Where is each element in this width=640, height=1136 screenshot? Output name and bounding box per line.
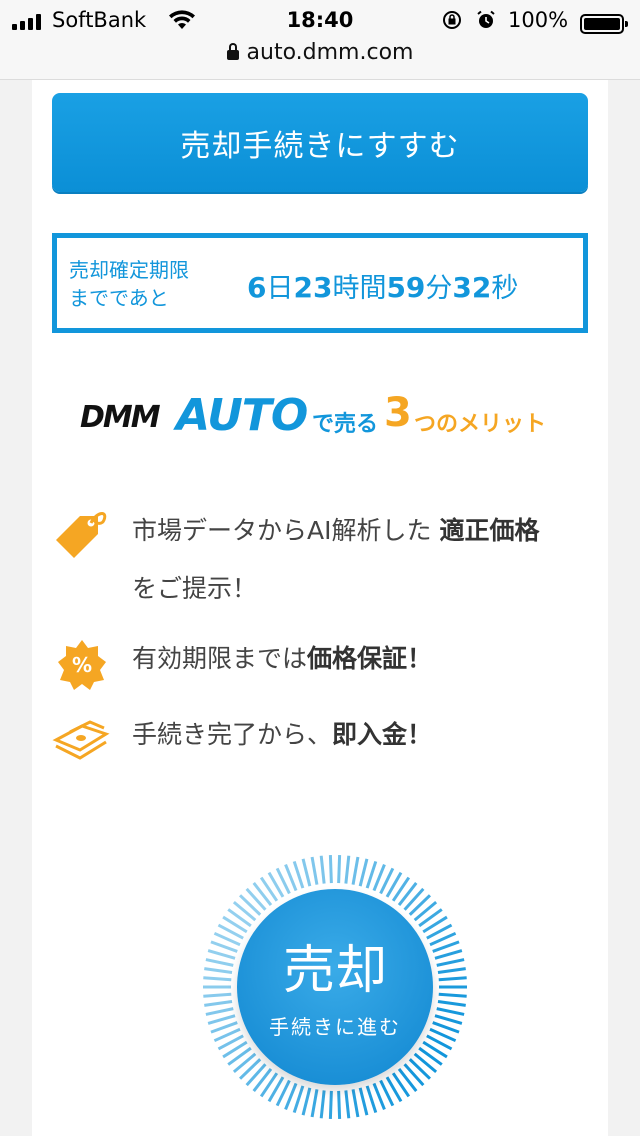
ring-tick: [358, 1087, 369, 1116]
logo-three: 3: [384, 390, 412, 436]
countdown-minutes: 59: [386, 271, 426, 304]
ring-tick: [207, 949, 236, 960]
ring-tick: [207, 1014, 236, 1025]
ring-tick: [438, 992, 467, 998]
ring-tick: [239, 1058, 262, 1080]
price-tag-icon: [56, 512, 107, 558]
ring-tick: [344, 1090, 351, 1119]
ring-tick: [292, 1085, 305, 1114]
ring-tick: [328, 855, 333, 884]
ring-tick: [319, 855, 326, 884]
ring-tick: [328, 1090, 333, 1119]
status-bar: SoftBank 18:40 100%: [0, 6, 640, 36]
page-content: 売却手続きにすすむ 売却確定期限 までであと 6日23時間59分32秒 DMM …: [32, 80, 608, 1136]
ring-tick: [319, 1090, 326, 1119]
proceed-sale-button[interactable]: 売却手続きにすすむ: [52, 93, 588, 192]
sell-button-sub: 手続きに進む: [269, 1017, 401, 1039]
logo-merit: つのメリット: [414, 412, 547, 437]
ring-tick: [301, 1087, 312, 1116]
ring-tick: [437, 967, 466, 975]
alarm-icon: [477, 10, 495, 28]
ring-tick: [204, 999, 233, 1007]
ring-tick: [365, 1085, 378, 1114]
percent-badge-icon: %: [58, 640, 106, 690]
merit-item: 手続き完了から、即入金！: [52, 706, 572, 766]
logo-auto: AUTO: [176, 390, 308, 441]
countdown-hours: 23: [293, 271, 333, 304]
ring-tick: [204, 967, 233, 975]
battery-icon: [580, 14, 628, 34]
ring-tick: [408, 894, 431, 916]
rotation-lock-icon: [443, 11, 461, 29]
ring-tick: [301, 858, 312, 887]
svg-text:%: %: [72, 653, 92, 677]
ring-tick: [205, 1007, 234, 1016]
lock-icon: [226, 43, 239, 60]
ring-tick: [436, 1007, 465, 1016]
ring-tick: [337, 1090, 342, 1119]
sale-deadline-countdown: 売却確定期限 までであと 6日23時間59分32秒: [52, 233, 588, 333]
ring-tick: [434, 1014, 463, 1025]
ring-tick: [351, 1089, 360, 1118]
ring-tick: [436, 958, 465, 967]
ring-tick: [203, 992, 232, 998]
ring-tick: [358, 858, 369, 887]
countdown-time: 6日23時間59分32秒: [247, 271, 519, 304]
sell-procedure-button[interactable]: 売却 手続きに進む: [237, 889, 433, 1085]
dmm-auto-merits-logo: DMM AUTO で売る 3 つのメリット: [80, 390, 560, 441]
ring-tick: [205, 958, 234, 967]
url-text: auto.dmm.com: [246, 40, 414, 65]
merit-item: % 有効期限までは価格保証！: [52, 630, 572, 690]
deadline-label: 売却確定期限 までであと: [69, 258, 189, 310]
ring-tick: [239, 894, 262, 916]
merit-item: 市場データからAI解析した 適正価格 をご提示！: [52, 502, 572, 622]
browser-chrome: SoftBank 18:40 100% auto.dmm.com: [0, 0, 640, 80]
ring-tick: [437, 999, 466, 1007]
logo-sub: で売る: [312, 412, 379, 437]
logo-dmm: DMM: [80, 400, 161, 435]
ring-tick: [438, 976, 467, 982]
sell-button-main: 売却: [282, 942, 387, 1000]
ring-tick: [408, 1058, 431, 1080]
money-bills-icon: [52, 720, 110, 760]
ring-tick: [337, 855, 342, 884]
sell-button-wrapper: 売却 手続きに進む: [200, 852, 470, 1122]
countdown-seconds: 32: [452, 271, 492, 304]
ring-tick: [344, 855, 351, 884]
ring-tick: [365, 860, 378, 889]
ring-tick: [351, 856, 360, 885]
ring-tick: [310, 1089, 319, 1118]
ring-tick: [434, 949, 463, 960]
ring-tick: [203, 976, 232, 982]
ring-tick: [292, 860, 305, 889]
battery-percent: 100%: [508, 8, 569, 32]
ring-tick: [310, 856, 319, 885]
countdown-days: 6: [247, 271, 267, 304]
url-bar[interactable]: auto.dmm.com: [0, 40, 640, 65]
